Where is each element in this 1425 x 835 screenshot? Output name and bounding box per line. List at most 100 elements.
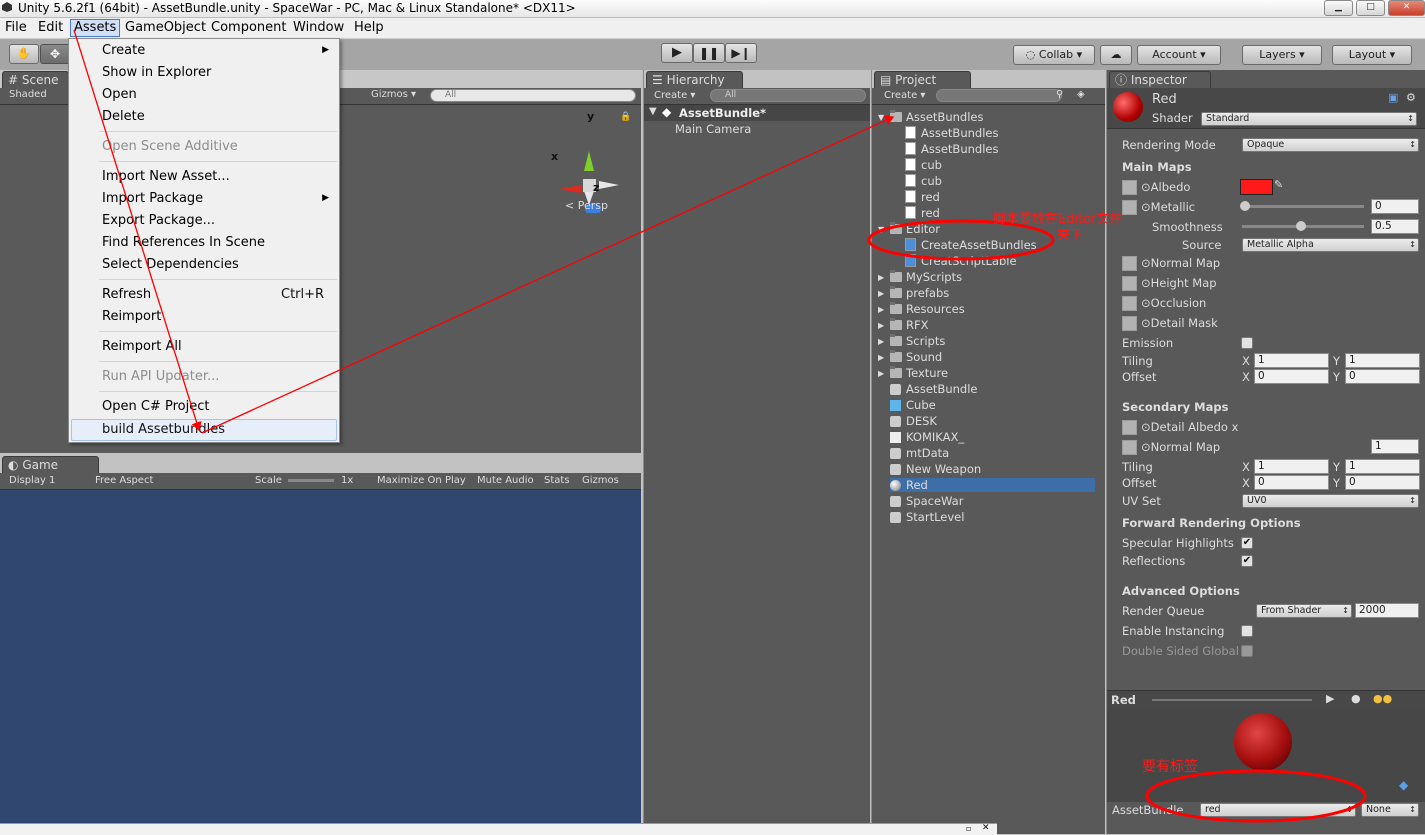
project-create-dropdown[interactable]: Create ▾ [884,90,925,101]
menu-item-create[interactable]: Create [102,43,145,58]
secondary-normal-map-slot[interactable] [1122,440,1137,455]
reflections-checkbox[interactable]: ✔ [1241,555,1253,567]
shaded-dropdown[interactable]: Shaded [9,89,47,100]
menu-item-select-dependencies[interactable]: Select Dependencies [102,257,239,272]
scale-slider[interactable] [288,479,334,482]
asset-row[interactable]: SpaceWar [890,494,963,508]
hand-tool-button[interactable]: ✋ [9,44,39,64]
menu-component[interactable]: Component [208,20,289,36]
folder-row[interactable]: Texture [890,366,948,380]
render-queue-dropdown[interactable]: From Shader [1256,604,1352,618]
specular-checkbox[interactable]: ✔ [1241,537,1253,549]
menu-item-import-new-asset[interactable]: Import New Asset... [102,169,230,184]
preview-light-icon[interactable]: ●● [1373,692,1392,705]
assetbundle-variant-dropdown[interactable]: None [1361,803,1419,817]
menu-item-open-csharp-project[interactable]: Open C# Project [102,399,209,414]
folder-row[interactable]: MyScripts [890,270,962,284]
assetbundle-name-dropdown[interactable]: red [1200,803,1356,817]
menu-edit[interactable]: Edit [35,20,66,36]
offset2-y-field[interactable]: 0 [1345,475,1420,490]
menu-file[interactable]: File [2,20,30,36]
mute-audio-toggle[interactable]: Mute Audio [477,475,534,486]
metallic-slider[interactable] [1242,205,1364,208]
menu-item-export-package[interactable]: Export Package... [102,213,215,228]
detail-mask-slot[interactable] [1122,316,1137,331]
folder-assetbundles[interactable]: AssetBundles [890,110,983,124]
detail-albedo-slot[interactable] [1122,420,1137,435]
asset-row[interactable]: Cube [890,398,936,412]
tab-inspector[interactable]: ⓘ Inspector [1109,71,1211,88]
lock-icon[interactable]: 🔒 [620,112,631,122]
metallic-slider-thumb[interactable] [1240,201,1250,211]
eyedropper-icon[interactable]: ✎ [1274,178,1283,191]
offset-y-field[interactable]: 0 [1345,369,1420,384]
tab-game[interactable]: ◐ Game [2,456,99,473]
menu-assets[interactable]: Assets [70,19,121,37]
tiling2-y-field[interactable]: 1 [1345,459,1420,474]
render-queue-field[interactable]: 2000 [1355,603,1419,618]
account-dropdown[interactable]: Account ▾ [1137,45,1221,65]
preview-play-icon[interactable]: ▶ [1326,692,1334,705]
collapse-icon[interactable]: ▶ [878,289,884,298]
albedo-color-swatch[interactable] [1240,179,1273,195]
layers-dropdown[interactable]: Layers ▾ [1242,45,1322,65]
asset-row[interactable]: New Weapon [890,462,981,476]
close-icon[interactable]: ✕ [982,823,990,833]
hierarchy-item-main-camera[interactable]: Main Camera [675,122,751,136]
menu-item-reimport-all[interactable]: Reimport All [102,339,182,354]
persp-label[interactable]: < Persp [565,199,608,212]
menu-help[interactable]: Help [351,20,387,36]
collapse-icon[interactable]: ▶ [878,353,884,362]
folder-row[interactable]: prefabs [890,286,949,300]
smoothness-slider-thumb[interactable] [1296,221,1306,231]
shader-dropdown[interactable]: Standard [1201,112,1417,126]
step-button[interactable]: ▶❙ [725,43,757,63]
menu-item-find-references[interactable]: Find References In Scene [102,235,265,250]
asset-row[interactable]: mtData [890,446,949,460]
hierarchy-create-dropdown[interactable]: Create ▾ [654,90,695,101]
folder-row[interactable]: Scripts [890,334,945,348]
minimize-button[interactable]: ▁ [1324,0,1353,16]
tab-hierarchy[interactable]: ☰ Hierarchy [646,71,743,88]
preview-drag-handle[interactable] [1152,699,1312,701]
expand-icon[interactable]: ▼ [878,225,884,234]
maximize-on-play-toggle[interactable]: Maximize On Play [377,475,466,486]
expand-icon[interactable]: ▼ [649,106,657,117]
cloud-button[interactable]: ☁ [1100,45,1132,65]
menu-item-build-assetbundles[interactable]: build Assetbundles [71,419,337,441]
enable-instancing-checkbox[interactable] [1241,625,1253,637]
menu-gameobject[interactable]: GameObject [122,20,209,36]
aspect-dropdown[interactable]: Free Aspect [95,475,153,486]
menu-window[interactable]: Window [290,20,347,36]
maximize-button[interactable]: □ [1356,0,1385,16]
asset-row[interactable]: Red [890,478,1095,492]
move-tool-button[interactable]: ✥ [40,44,70,64]
file-row[interactable]: AssetBundles [905,142,998,156]
pause-button[interactable]: ❚❚ [693,43,725,63]
albedo-texture-slot[interactable] [1122,180,1137,195]
uv-set-dropdown[interactable]: UV0 [1242,494,1419,508]
asset-row[interactable]: AssetBundle [890,382,977,396]
collab-dropdown[interactable]: ◌ Collab ▾ [1013,45,1095,65]
stats-toggle[interactable]: Stats [544,475,570,486]
folder-row[interactable]: Resources [890,302,965,316]
collapse-icon[interactable]: ▶ [878,369,884,378]
tiling-y-field[interactable]: 1 [1345,353,1420,368]
expand-icon[interactable]: ▼ [878,113,884,122]
collapse-icon[interactable]: ▶ [878,273,884,282]
height-map-slot[interactable] [1122,276,1137,291]
menu-item-show-in-explorer[interactable]: Show in Explorer [102,65,211,80]
preview-sphere-icon[interactable]: ● [1351,692,1361,705]
scene-row[interactable]: ▼ ◆ AssetBundle* [644,105,870,121]
collapse-icon[interactable]: ▶ [878,337,884,346]
metallic-value-field[interactable]: 0 [1371,199,1419,214]
layout-dropdown[interactable]: Layout ▾ [1332,45,1412,65]
menu-item-refresh[interactable]: Refresh [102,287,151,302]
asset-row[interactable]: StartLevel [890,510,964,524]
tab-project[interactable]: ▤ Project [874,71,971,88]
source-dropdown[interactable]: Metallic Alpha [1242,238,1419,252]
asset-row[interactable]: DESK [890,414,937,428]
asset-row[interactable]: KOMIKAX_ [890,430,964,444]
file-row[interactable]: cub [905,174,942,188]
file-row[interactable]: AssetBundles [905,126,998,140]
